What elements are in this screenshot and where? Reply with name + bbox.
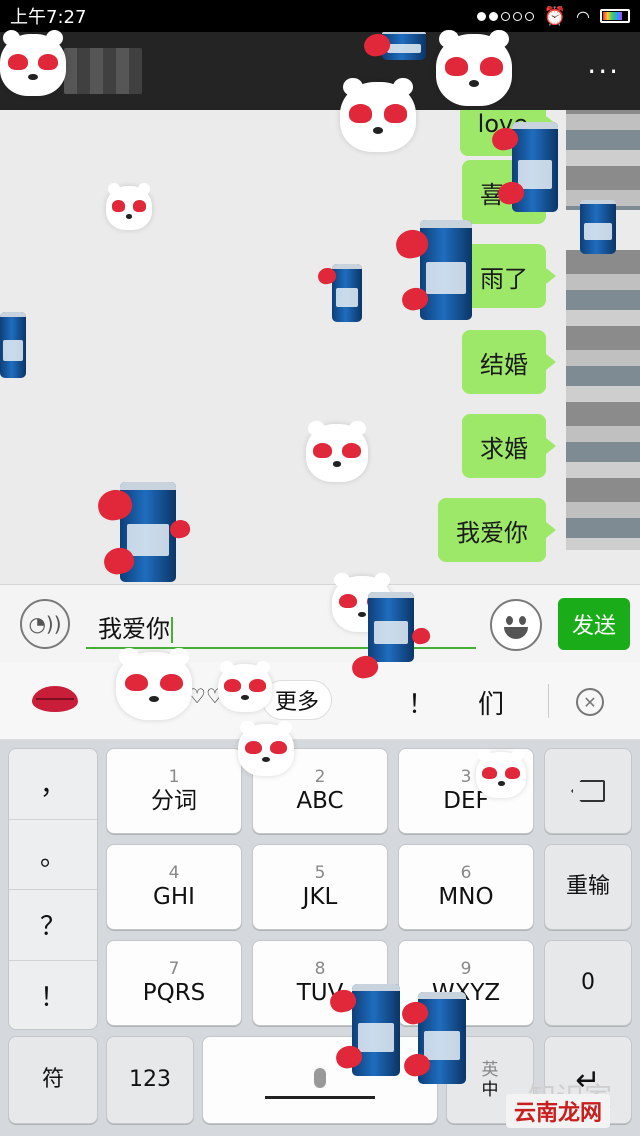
- milk-can-icon: [368, 592, 414, 662]
- message-row: 雨了: [462, 244, 556, 308]
- wifi-icon: ◠: [576, 6, 590, 26]
- message-row: 我爱你: [438, 498, 556, 562]
- backspace-icon: [571, 780, 605, 802]
- key-6[interactable]: 6 MNO: [398, 844, 534, 930]
- message-row: 结婚: [462, 330, 556, 394]
- voice-icon: ◔)): [28, 612, 62, 636]
- message-bubble[interactable]: 求婚: [462, 414, 556, 478]
- punctuation-column[interactable]: ， 。 ？ ！: [8, 748, 98, 1030]
- message-input-value: 我爱你: [98, 615, 170, 643]
- emoji-button[interactable]: [490, 599, 542, 651]
- reenter-key[interactable]: 重输: [544, 844, 632, 930]
- bear-heart-eyes-icon: [476, 749, 526, 798]
- alarm-icon: ⏰: [543, 5, 567, 27]
- watermark-logo: 云南龙网: [506, 1094, 610, 1128]
- send-button[interactable]: 发送: [558, 598, 630, 650]
- candidate-more-button[interactable]: 更多: [262, 680, 333, 720]
- bear-heart-eyes-icon: [306, 420, 368, 482]
- milk-can-icon: [0, 312, 26, 378]
- voice-input-button[interactable]: ◔)): [20, 599, 70, 649]
- bear-heart-eyes-icon: [238, 720, 294, 776]
- sender-avatar-blurred: [566, 110, 640, 210]
- key-5[interactable]: 5 JKL: [252, 844, 388, 930]
- signal-dots-icon: [476, 11, 534, 21]
- bear-heart-eyes-icon: [0, 30, 66, 96]
- status-icons: ⏰ ◠: [476, 5, 630, 27]
- space-key[interactable]: [202, 1036, 438, 1124]
- key-7[interactable]: 7 PQRS: [106, 940, 242, 1026]
- close-candidates-icon[interactable]: ✕: [576, 688, 604, 716]
- milk-can-icon: [580, 200, 616, 254]
- candidate-item[interactable]: 们: [478, 684, 504, 721]
- key-0[interactable]: 0: [544, 940, 632, 1026]
- divider: [548, 684, 549, 718]
- more-button[interactable]: ···: [587, 55, 620, 88]
- key-4[interactable]: 4 GHI: [106, 844, 242, 930]
- punct-key[interactable]: ？: [9, 890, 97, 961]
- punct-key[interactable]: ，: [9, 749, 97, 820]
- milk-can-icon: [332, 264, 362, 322]
- numbers-key[interactable]: 123: [106, 1036, 194, 1124]
- bear-heart-eyes-icon: [116, 647, 192, 720]
- symbols-key[interactable]: 符: [8, 1036, 98, 1124]
- candidate-bar: ♡♡ 更多 ！ 们 ✕: [0, 662, 640, 740]
- smiley-icon: [506, 616, 513, 625]
- message-bubble[interactable]: 雨了: [462, 244, 556, 308]
- status-time: 上午7:27: [10, 7, 87, 28]
- bear-heart-eyes-icon: [218, 661, 272, 712]
- input-bar: ◔)) 我爱你 发送: [0, 584, 640, 662]
- status-bar: 上午7:27 ⏰ ◠: [0, 0, 640, 32]
- message-bubble[interactable]: 我爱你: [438, 498, 556, 562]
- battery-icon: [600, 9, 630, 23]
- punct-key[interactable]: ！: [9, 961, 97, 1032]
- lips-emoji-icon[interactable]: [32, 686, 78, 712]
- bear-heart-eyes-icon: [436, 29, 512, 106]
- candidate-item[interactable]: ！: [408, 684, 434, 721]
- sender-avatar-blurred: [566, 250, 640, 550]
- bear-heart-eyes-icon: [340, 77, 416, 152]
- backspace-key[interactable]: [544, 748, 632, 834]
- space-bar-icon: [265, 1095, 375, 1099]
- contact-avatar-blurred: [64, 48, 142, 94]
- text-caret: [171, 617, 173, 643]
- message-bubble[interactable]: 结婚: [462, 330, 556, 394]
- chat-header: ···: [0, 32, 640, 110]
- bear-heart-eyes-icon: [106, 183, 152, 230]
- microphone-icon: [314, 1067, 326, 1088]
- key-1[interactable]: 1 分词: [106, 748, 242, 834]
- message-row: 求婚: [462, 414, 556, 478]
- milk-can-icon: [420, 220, 472, 320]
- punct-key[interactable]: 。: [9, 820, 97, 890]
